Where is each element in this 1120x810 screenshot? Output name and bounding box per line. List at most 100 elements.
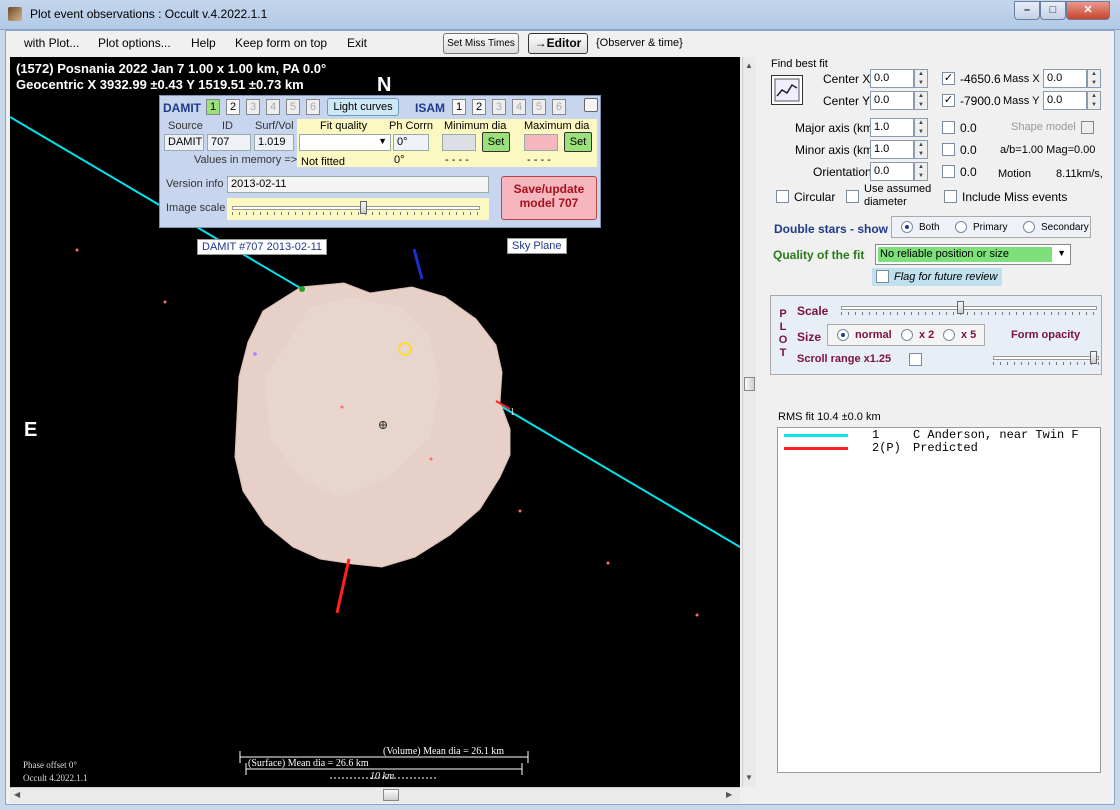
vertical-scroll-thumb[interactable] [744,377,755,391]
plot-canvas[interactable]: (1572) Posnania 2022 Jan 7 1.00 x 1.00 k… [10,57,740,787]
center-y-checkbox[interactable]: ✓ [942,94,955,107]
find-best-fit-label: Find best fit [771,58,828,70]
flag-review-label: Flag for future review [894,271,998,283]
scroll-up-icon[interactable]: ▲ [745,61,753,70]
plot-scale-thumb[interactable] [957,301,964,314]
mass-y-spinner[interactable]: ▲ ▼ [1087,91,1101,110]
scroll-range-checkbox[interactable] [909,353,922,366]
menu-with-plot[interactable]: with Plot... [24,36,79,50]
minimize-button[interactable]: – [1014,1,1040,20]
scroll-range-label: Scroll range x1.25 [797,353,892,365]
size-x2-label: x 2 [919,329,935,341]
isam-model-6-button[interactable]: 6 [552,99,566,115]
shape-model-checkbox[interactable] [1081,121,1094,134]
close-button[interactable]: ✕ [1066,1,1110,20]
major-axis-checkbox[interactable] [942,121,955,134]
include-miss-checkbox[interactable] [944,190,957,203]
menu-plot-options[interactable]: Plot options... [98,36,171,50]
occult-app-icon [8,7,22,21]
minor-axis-fit-value: 0.0 [960,143,977,157]
menu-exit[interactable]: Exit [347,36,367,50]
min-dia-field[interactable] [442,134,476,151]
menu-keep-on-top[interactable]: Keep form on top [235,36,327,50]
plot-scale-slider[interactable] [841,300,1097,318]
size-x5-radio[interactable] [943,329,955,341]
plot-vertical-scrollbar[interactable]: ▲ ▼ [742,57,756,787]
circular-checkbox[interactable] [776,190,789,203]
orientation-spinner[interactable]: ▲ ▼ [914,162,928,181]
ph-corrn-header: Ph Corrn [389,120,434,132]
orientation-checkbox[interactable] [942,165,955,178]
maximize-button[interactable]: □ [1040,1,1066,20]
form-opacity-thumb[interactable] [1090,351,1097,364]
chevron-down-icon: ▼ [1057,248,1066,258]
image-scale-thumb[interactable] [360,201,367,214]
damit-model-6-button[interactable]: 6 [306,99,320,115]
image-scale-slider[interactable] [232,200,480,218]
mass-y-input[interactable]: 0.0 [1043,91,1087,110]
plot-horizontal-scrollbar[interactable]: ◀ ▶ [10,787,740,803]
mass-x-input[interactable]: 0.0 [1043,69,1087,88]
minor-axis-input[interactable]: 1.0 [870,140,914,159]
size-normal-radio[interactable] [837,329,849,341]
center-x-input[interactable]: 0.0 [870,69,914,88]
ds-primary-radio[interactable] [955,221,967,233]
mass-x-label: Mass X [1003,73,1040,85]
editor-button[interactable]: →Editor [528,33,588,54]
damit-model-3-button[interactable]: 3 [246,99,260,115]
title-bar: Plot event observations : Occult v.4.202… [0,0,1120,30]
flag-review-checkbox[interactable] [876,270,889,283]
use-assumed-diameter-checkbox[interactable] [846,190,859,203]
center-x-spinner[interactable]: ▲ ▼ [914,69,928,88]
legend-line-observer [784,434,848,437]
center-y-input[interactable]: 0.0 [870,91,914,110]
center-x-label: Center X [823,72,871,86]
damit-model-2-button[interactable]: 2 [226,99,240,115]
isam-model-5-button[interactable]: 5 [532,99,546,115]
form-opacity-slider[interactable] [993,350,1099,368]
scroll-right-icon[interactable]: ▶ [726,790,732,799]
event-header: (1572) Posnania 2022 Jan 7 1.00 x 1.00 k… [16,61,327,76]
scroll-down-icon[interactable]: ▼ [745,773,753,782]
scroll-left-icon[interactable]: ◀ [14,790,20,799]
quality-of-fit-dropdown[interactable]: No reliable position or size ▼ [875,244,1071,265]
set-miss-times-button[interactable]: Set Miss Times [443,33,519,54]
min-dia-set-button[interactable]: Set [482,132,510,152]
panel-minimize-button[interactable] [584,98,598,112]
save-update-model-button[interactable]: Save/update model 707 [501,176,597,220]
minor-axis-label: Minor axis (km) [795,143,878,157]
mass-x-spinner[interactable]: ▲ ▼ [1087,69,1101,88]
horizontal-scroll-thumb[interactable] [383,789,399,801]
isam-model-2-button[interactable]: 2 [472,99,486,115]
center-x-checkbox[interactable]: ✓ [942,72,955,85]
km-scale-label: 10 km [370,771,395,782]
fit-quality-dropdown[interactable]: ▼ [299,134,391,151]
minor-axis-checkbox[interactable] [942,143,955,156]
east-label: E [24,419,38,441]
ds-secondary-radio[interactable] [1023,221,1035,233]
fit-quality-header: Fit quality [320,120,368,132]
major-axis-spinner[interactable]: ▲ ▼ [914,118,928,137]
isam-model-4-button[interactable]: 4 [512,99,526,115]
light-curves-button[interactable]: Light curves [327,98,399,116]
minor-axis-spinner[interactable]: ▲ ▼ [914,140,928,159]
size-x2-radio[interactable] [901,329,913,341]
isam-model-1-button[interactable]: 1 [452,99,466,115]
size-x5-label: x 5 [961,329,977,341]
max-dia-set-button[interactable]: Set [564,132,592,152]
orientation-input[interactable]: 0.0 [870,162,914,181]
major-axis-input[interactable]: 1.0 [870,118,914,137]
damit-model-4-button[interactable]: 4 [266,99,280,115]
isam-model-3-button[interactable]: 3 [492,99,506,115]
shape-model-label: Shape model [1011,121,1076,133]
ds-both-radio[interactable] [901,221,913,233]
version-info-field: 2013-02-11 [227,176,489,193]
center-y-spinner[interactable]: ▲ ▼ [914,91,928,110]
shape-model-panel: DAMIT 1 2 3 4 5 6 Light curves ISAM 1 2 … [159,95,601,228]
orientation-label: Orientation [813,165,872,179]
menu-help[interactable]: Help [191,36,216,50]
max-dia-field[interactable] [524,134,558,151]
damit-model-5-button[interactable]: 5 [286,99,300,115]
find-best-fit-button[interactable] [771,75,803,105]
damit-model-1-button[interactable]: 1 [206,99,220,115]
